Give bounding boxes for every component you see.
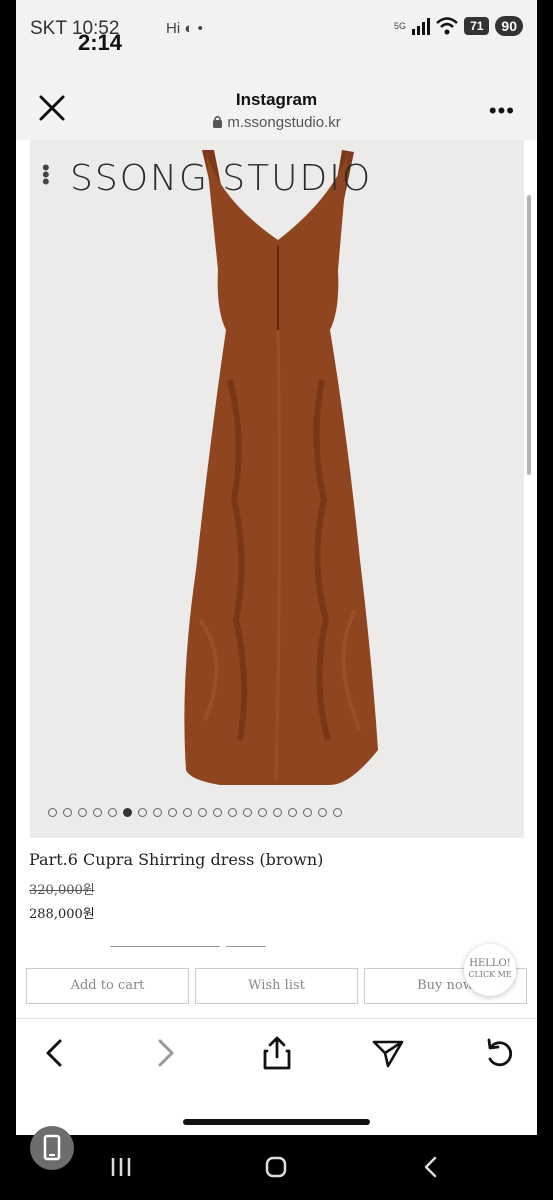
carousel-dot[interactable] [63,808,72,817]
forward-icon[interactable] [146,1035,186,1071]
sale-price: 288,000원 [29,907,95,922]
phone-screen: SKT 10:52 2:14 Hi ◐ • 5G 71 90 Instagram [16,0,537,1135]
menu-dots-icon[interactable]: • • • [42,157,50,193]
status-icons-left: Hi ◐ • [166,20,203,37]
page-title: Instagram [235,90,318,109]
carousel-dot[interactable] [123,808,132,817]
carousel-dot[interactable] [183,808,192,817]
chat-bubble-line2: CLICK ME [468,970,512,979]
carousel-dot[interactable] [93,808,102,817]
lock-icon [213,116,223,128]
carousel-dot[interactable] [48,808,57,817]
wish-list-button[interactable]: Wish list [195,968,358,1004]
product-image-gallery[interactable]: • • • SSONG STUDIO [30,140,524,838]
url-bar[interactable]: m.ssongstudio.kr [16,114,537,131]
more-options-icon[interactable]: ••• [489,98,515,124]
phone-icon [43,1134,61,1161]
scrollbar[interactable] [527,195,531,475]
carousel-dot[interactable] [153,808,162,817]
signal-icon [412,17,431,35]
carousel-dot[interactable] [198,808,207,817]
clock: 2:14 [78,30,123,55]
product-name: Part.6 Cupra Shirring dress (brown) [29,850,324,869]
battery-badge: 90 [495,16,523,36]
network-label: 5G [394,21,407,31]
chat-bubble-line1: HELLO! [469,958,511,969]
brand-logo: SSONG STUDIO [70,158,373,199]
carousel-dot[interactable] [333,808,342,817]
reload-icon[interactable] [480,1035,520,1071]
carousel-dot[interactable] [213,808,222,817]
carousel-dot[interactable] [243,808,252,817]
wifi-icon [436,17,458,35]
option-selector-edge [110,946,220,947]
carousel-dot[interactable] [78,808,87,817]
quantity-selector-edge [226,946,266,947]
browser-header: Instagram m.ssongstudio.kr ••• [16,70,537,140]
screen-recorder-button[interactable] [30,1126,74,1170]
battery-level-icon: 71 [464,17,490,35]
send-icon[interactable] [368,1035,408,1071]
carousel-dot[interactable] [168,808,177,817]
recent-apps-icon[interactable] [110,1155,132,1179]
carousel-dot[interactable] [138,808,147,817]
nav-back-icon[interactable] [420,1155,442,1179]
chat-bubble-button[interactable]: HELLO! CLICK ME [464,944,516,996]
add-to-cart-button[interactable]: Add to cart [26,968,189,1004]
carousel-dot[interactable] [258,808,267,817]
status-icons-right: 5G 71 90 [394,16,523,36]
carousel-dot[interactable] [288,808,297,817]
back-icon[interactable] [34,1035,74,1071]
carousel-indicator[interactable] [48,808,342,817]
carousel-dot[interactable] [228,808,237,817]
home-icon[interactable] [264,1155,288,1179]
browser-toolbar [16,1018,537,1135]
status-bar: SKT 10:52 2:14 Hi ◐ • 5G 71 90 [16,0,537,70]
url-text: m.ssongstudio.kr [227,114,341,131]
carousel-dot[interactable] [318,808,327,817]
dress-image [184,150,378,785]
original-price: 320,000원 [29,883,95,898]
share-icon[interactable] [257,1035,297,1071]
carousel-dot[interactable] [303,808,312,817]
carousel-dot[interactable] [273,808,282,817]
home-indicator [183,1119,370,1125]
hi-label: Hi [166,20,181,37]
carousel-dot[interactable] [108,808,117,817]
